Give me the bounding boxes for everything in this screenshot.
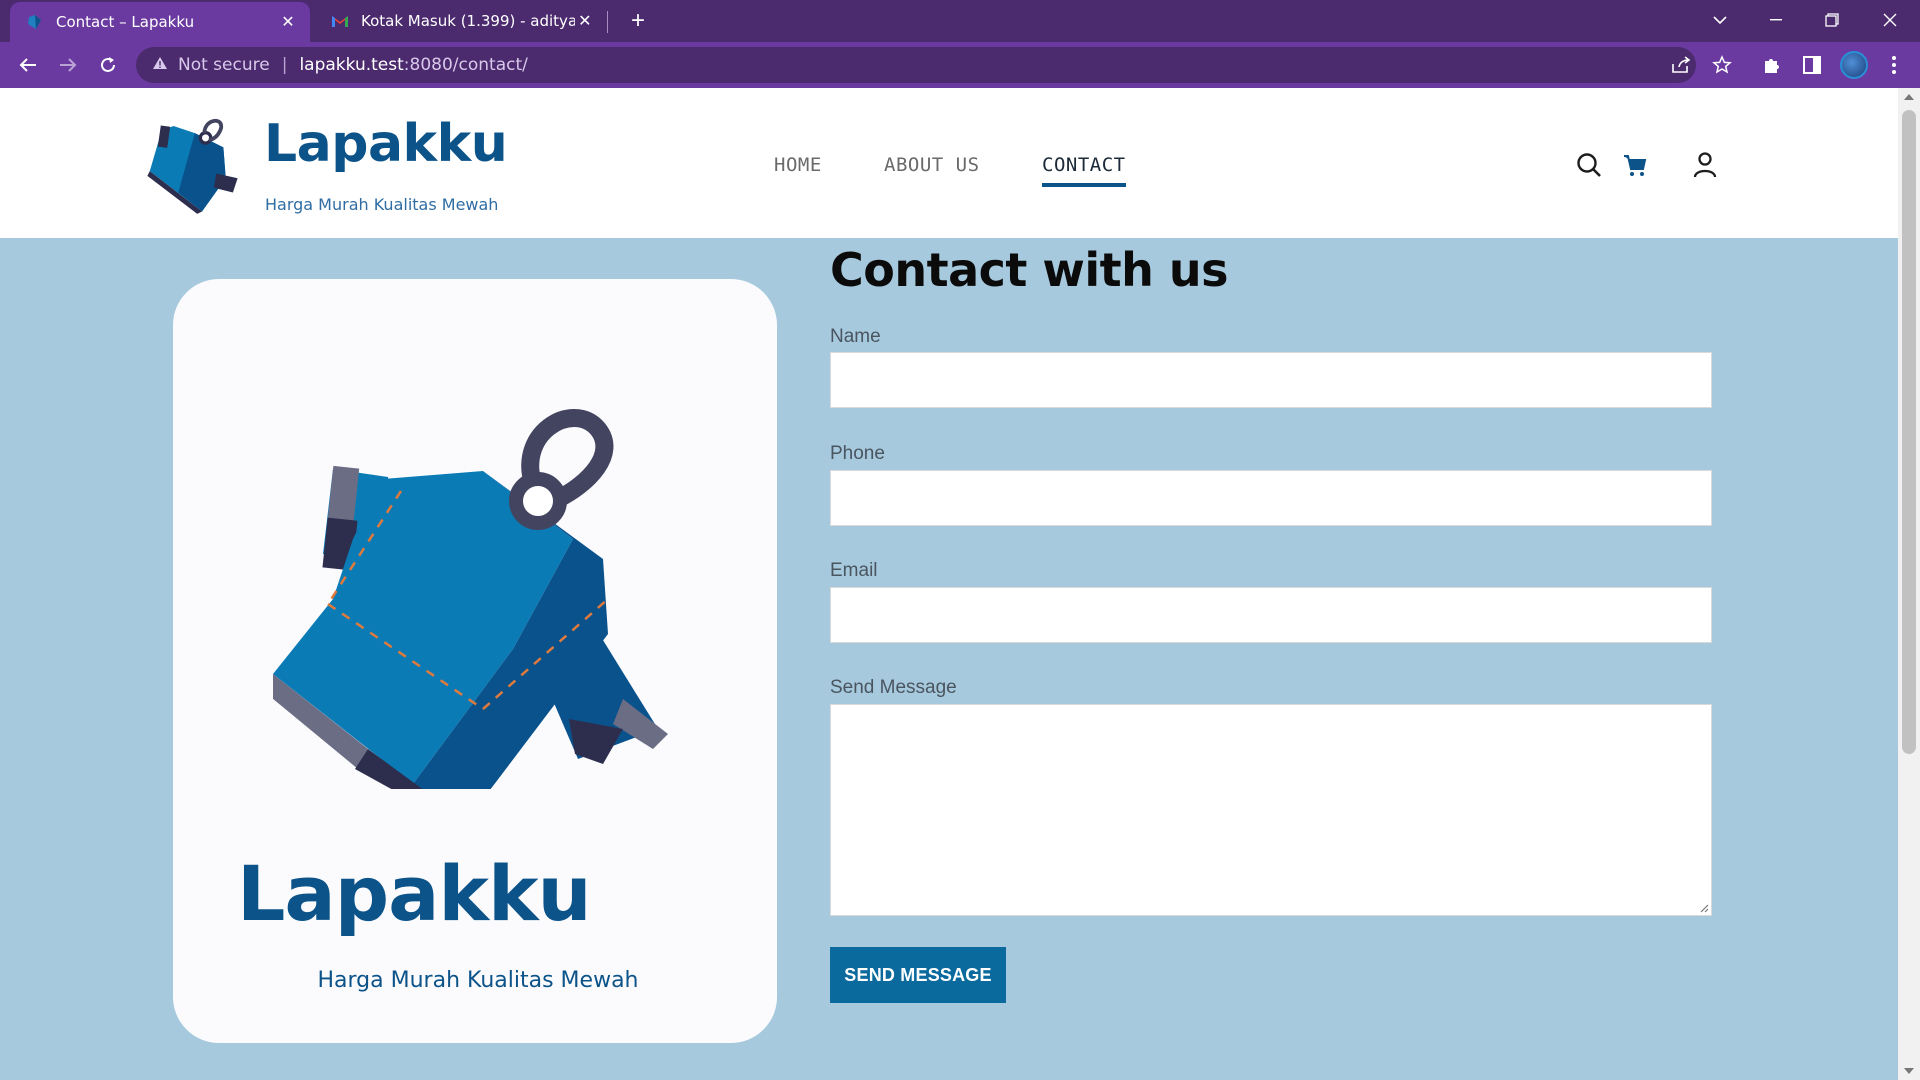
user-account-icon[interactable]: [1690, 150, 1720, 180]
name-label: Name: [830, 326, 881, 347]
email-label: Email: [830, 560, 878, 581]
brand-card: Lapakku Harga Murah Kualitas Mewah: [173, 279, 777, 1043]
brand-name[interactable]: Lapakku: [264, 114, 508, 174]
profile-avatar[interactable]: [1840, 51, 1868, 79]
card-brand-tagline: Harga Murah Kualitas Mewah: [317, 968, 639, 993]
close-tab-icon[interactable]: ✕: [276, 10, 300, 34]
reload-icon[interactable]: [92, 49, 124, 81]
tab-contact[interactable]: Contact – Lapakku ✕: [10, 2, 310, 42]
email-field[interactable]: [830, 587, 1712, 643]
message-label: Send Message: [830, 677, 957, 698]
scroll-down-arrow-icon[interactable]: [1904, 1068, 1914, 1074]
message-textarea[interactable]: [830, 704, 1712, 916]
tab-separator: [607, 11, 608, 33]
contact-title: Contact with us: [830, 243, 1229, 297]
phone-field[interactable]: [830, 470, 1712, 526]
back-arrow-icon[interactable]: [12, 49, 44, 81]
omnibox-divider: |: [281, 55, 288, 75]
nav-active-underline: [1042, 183, 1126, 187]
warning-triangle-icon[interactable]: [152, 55, 168, 75]
forward-arrow-icon[interactable]: [52, 49, 84, 81]
brand-logo[interactable]: [145, 114, 240, 214]
brand-tagline: Harga Murah Kualitas Mewah: [265, 195, 499, 214]
scroll-up-arrow-icon[interactable]: [1904, 94, 1914, 100]
browser-menu-icon[interactable]: [1880, 51, 1908, 79]
nav-contact[interactable]: CONTACT: [1042, 154, 1126, 176]
bookmark-star-icon[interactable]: [1708, 51, 1736, 79]
url-host: lapakku.test: [299, 55, 404, 75]
page-viewport: Lapakku Harga Murah Kualitas Mewah HOME …: [0, 88, 1898, 1080]
browser-tab-strip: Contact – Lapakku ✕ Kotak Masuk (1.399) …: [0, 0, 1920, 42]
tab-title: Kotak Masuk (1.399) - adityadwin: [361, 12, 575, 30]
tab-search-chevron-icon[interactable]: [1692, 0, 1748, 40]
cart-icon[interactable]: [1620, 150, 1650, 180]
lapakku-favicon-icon: [26, 13, 44, 31]
search-icon[interactable]: [1574, 150, 1604, 180]
name-field[interactable]: [830, 352, 1712, 408]
gmail-icon: [331, 12, 349, 30]
site-header: Lapakku Harga Murah Kualitas Mewah HOME …: [0, 88, 1898, 238]
resize-grip-icon[interactable]: [1699, 903, 1709, 913]
shirt-tag-logo-illustration: [261, 389, 673, 834]
restore-icon[interactable]: [1804, 0, 1860, 40]
url-path: :8080/contact/: [403, 55, 528, 75]
security-status[interactable]: Not secure: [178, 55, 270, 75]
nav-about-us[interactable]: ABOUT US: [884, 154, 980, 176]
extensions-puzzle-icon[interactable]: [1758, 51, 1786, 79]
side-panel-icon[interactable]: [1798, 51, 1826, 79]
new-tab-button[interactable]: +: [624, 7, 652, 35]
scrollbar-thumb[interactable]: [1902, 110, 1916, 754]
close-tab-icon[interactable]: ✕: [575, 9, 595, 33]
tab-title: Contact – Lapakku: [56, 13, 195, 31]
page-scrollbar[interactable]: [1898, 88, 1920, 1080]
minimize-icon[interactable]: [1748, 0, 1804, 40]
phone-label: Phone: [830, 443, 885, 464]
close-window-icon[interactable]: [1862, 0, 1918, 40]
send-message-button[interactable]: SEND MESSAGE: [830, 947, 1006, 1003]
address-bar[interactable]: Not secure | lapakku.test:8080/contact/: [136, 47, 1696, 83]
card-brand-name: Lapakku: [237, 849, 592, 938]
share-icon[interactable]: [1668, 52, 1694, 78]
nav-home[interactable]: HOME: [774, 154, 822, 176]
tab-gmail[interactable]: Kotak Masuk (1.399) - adityadwin ✕: [315, 0, 605, 42]
browser-toolbar: Not secure | lapakku.test:8080/contact/: [0, 42, 1920, 88]
